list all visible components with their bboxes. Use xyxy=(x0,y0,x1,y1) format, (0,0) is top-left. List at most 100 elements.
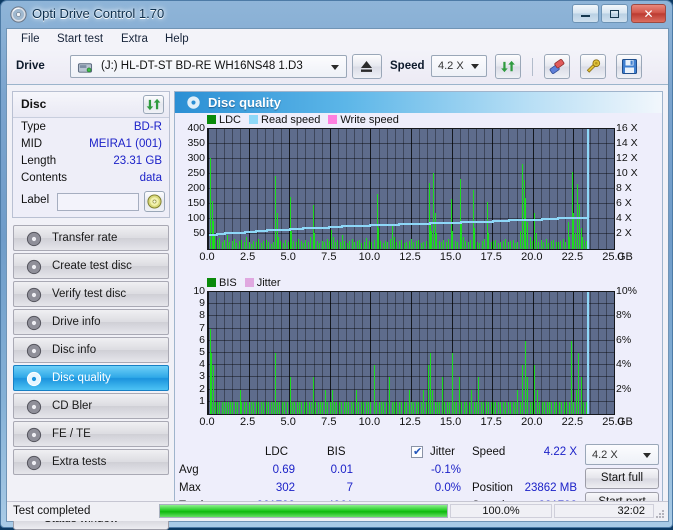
menu-extra[interactable]: Extra xyxy=(115,32,154,47)
progress-fill xyxy=(160,505,447,517)
chart-bar xyxy=(426,401,427,414)
chart-bar xyxy=(336,401,337,414)
chart-bar xyxy=(401,401,402,414)
menu-help[interactable]: Help xyxy=(159,32,195,47)
sidebar-item-cd-bler[interactable]: CD Bler xyxy=(13,393,169,419)
chart-bar xyxy=(370,401,371,414)
disc-info-panel: Disc Type BD-R MID MEIRA1 (001) Length 2… xyxy=(12,91,170,218)
y2-tick-label: 14 X xyxy=(616,137,638,149)
disc-value-contents: data xyxy=(139,172,162,184)
ldc-chart: LDC Read speed Write speed 50 100 150 200 250 3… xyxy=(175,114,662,279)
status-message: Test completed xyxy=(13,505,91,517)
legend-label: BIS xyxy=(219,277,237,289)
sidebar-item-fe-te[interactable]: FE / TE xyxy=(13,421,169,447)
bis-plot-area[interactable] xyxy=(207,291,615,415)
speed-line xyxy=(557,217,574,220)
sidebar-item-drive-info[interactable]: Drive info xyxy=(13,309,169,335)
y-tick-label: 9 xyxy=(199,297,205,310)
chart-bar xyxy=(275,175,276,249)
chart-bar xyxy=(263,241,264,249)
minimize-icon xyxy=(573,5,598,22)
disc-row-type: Type BD-R xyxy=(13,121,169,137)
grid-line-h xyxy=(208,128,614,129)
chart-bar xyxy=(357,241,358,249)
jitter-checkbox[interactable]: ✔ xyxy=(411,446,423,458)
chart-bar xyxy=(559,401,560,414)
chart-bar xyxy=(541,240,542,249)
drive-select[interactable]: (J:) HL-DT-ST BD-RE WH16NS48 1.D3 xyxy=(70,55,347,78)
y-tick-label: 400 xyxy=(187,122,205,134)
test-speed-select[interactable]: 4.2 X xyxy=(585,444,659,465)
disc-icon xyxy=(187,96,200,109)
x-axis-unit: GB xyxy=(617,416,633,428)
chart-bar xyxy=(292,401,293,414)
resize-grip[interactable] xyxy=(653,507,665,519)
menu-start-test[interactable]: Start test xyxy=(51,32,109,47)
chart-bar xyxy=(364,241,365,249)
maximize-button[interactable] xyxy=(601,4,628,23)
chart-bar xyxy=(579,204,580,249)
sidebar-item-disc-info[interactable]: Disc info xyxy=(13,337,169,363)
chart-bar xyxy=(409,389,410,414)
chart-bar xyxy=(455,241,456,249)
close-button[interactable]: ✕ xyxy=(631,4,666,23)
bis-chart: BIS Jitter 1 2 3 4 5 6 7 8 9 10 2% 4% 6% 8% 10% 0.0 2.5… xyxy=(175,277,662,445)
grid-line-h xyxy=(208,364,614,366)
refresh-icon xyxy=(146,98,161,111)
start-full-button[interactable]: Start full xyxy=(585,468,659,489)
chart-bar xyxy=(443,240,444,249)
chart-bar xyxy=(261,243,262,249)
chart-bar xyxy=(249,241,250,249)
chart-bar xyxy=(404,243,405,249)
chart-bar xyxy=(534,365,535,414)
chart-bar xyxy=(268,242,269,249)
toolbar: Drive (J:) HL-DT-ST BD-RE WH16NS48 1.D3 … xyxy=(7,50,668,85)
chart-bar xyxy=(226,401,227,414)
save-button[interactable] xyxy=(616,54,642,79)
sidebar-item-transfer-rate[interactable]: Transfer rate xyxy=(13,225,169,251)
chart-bar xyxy=(478,377,479,414)
grid-line-v xyxy=(557,129,559,249)
sidebar-item-extra-tests[interactable]: Extra tests xyxy=(13,449,169,475)
chart-bar xyxy=(381,401,382,414)
sidebar-item-create-test-disc[interactable]: Create test disc xyxy=(13,253,169,279)
x-tick-label: 5.0 xyxy=(280,251,296,263)
sidebar-label: Drive info xyxy=(52,316,101,328)
chart-bar xyxy=(311,401,312,414)
erase-button[interactable] xyxy=(544,54,570,79)
grid-line-v xyxy=(492,292,494,414)
disc-value-mid: MEIRA1 (001) xyxy=(89,138,162,150)
x-tick-label: 10.0 xyxy=(358,251,381,263)
chart-bar xyxy=(515,401,516,414)
eject-button[interactable] xyxy=(352,54,382,79)
grid-line-v xyxy=(224,129,226,249)
chart-bar xyxy=(522,163,523,249)
chart-bar xyxy=(488,232,489,249)
menu-file[interactable]: File xyxy=(15,32,46,47)
label-input[interactable] xyxy=(57,193,139,211)
chart-bar xyxy=(290,377,291,414)
ldc-legend: LDC Read speed Write speed xyxy=(207,114,407,126)
x-tick-label: 7.5 xyxy=(321,416,337,428)
chart-bar xyxy=(464,401,465,414)
label-disc-button[interactable] xyxy=(144,191,165,212)
chart-bar xyxy=(256,242,257,249)
chart-bar xyxy=(515,243,516,249)
chart-bar xyxy=(409,240,410,249)
y-tick-label: 4 xyxy=(199,358,205,371)
speed-line xyxy=(459,221,476,224)
chart-bar xyxy=(426,240,427,249)
chart-bar xyxy=(527,222,528,249)
tools-button[interactable] xyxy=(580,54,606,79)
minimize-button[interactable] xyxy=(572,4,599,23)
speed-select[interactable]: 4.2 X xyxy=(431,55,487,77)
sidebar-item-disc-quality[interactable]: Disc quality xyxy=(13,365,169,391)
sidebar-item-verify-test-disc[interactable]: Verify test disc xyxy=(13,281,169,307)
disc-refresh-button[interactable] xyxy=(143,95,164,114)
legend-swatch xyxy=(207,115,216,124)
ldc-plot-area[interactable] xyxy=(207,128,615,250)
chart-bar xyxy=(304,401,305,414)
bis-max-value: 7 xyxy=(346,482,353,494)
test-speed-value: 4.2 X xyxy=(592,449,618,461)
refresh-button[interactable] xyxy=(495,54,521,79)
